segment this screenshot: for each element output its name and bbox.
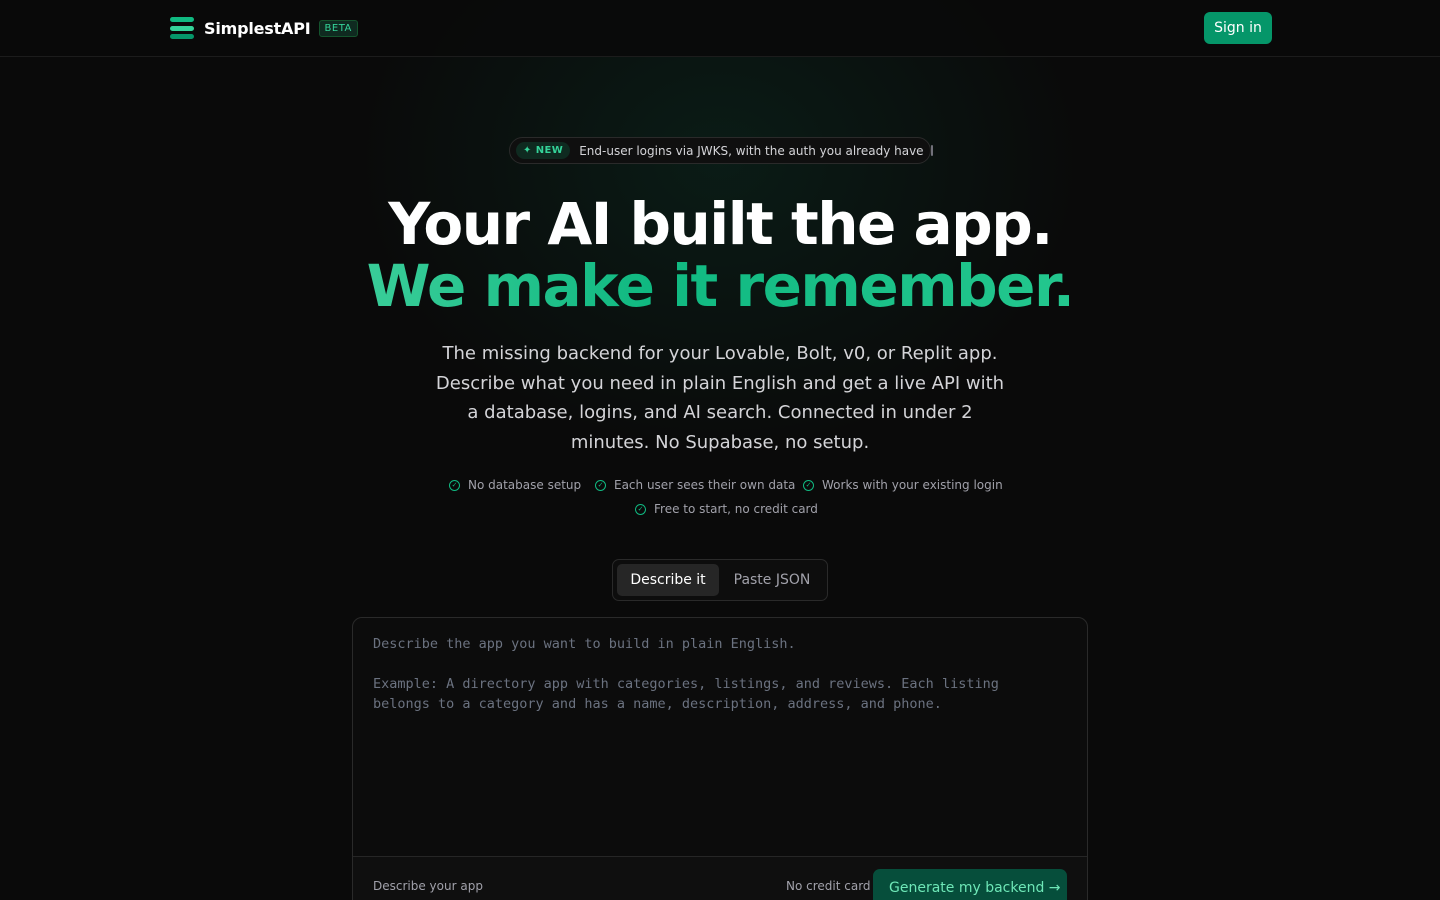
- sparkle-icon: ✦: [523, 145, 532, 156]
- hero-headline: Your AI built the app.: [388, 190, 1053, 258]
- tab-describe-it[interactable]: Describe it: [617, 564, 719, 596]
- stack-logo-icon: [170, 17, 194, 39]
- hero-subtitle: The missing backend for your Lovable, Bo…: [435, 343, 1005, 453]
- app-description-editor: Describe your app No credit card Generat…: [352, 617, 1088, 900]
- feature-item: ✓ No database setup: [449, 478, 581, 492]
- check-circle-icon: ✓: [595, 479, 606, 491]
- check-circle-icon: ✓: [449, 479, 460, 491]
- feature-item: ✓ Free to start, no credit card: [635, 502, 818, 516]
- beta-badge: BETA: [318, 19, 358, 37]
- new-tag: ✦ NEW: [516, 142, 571, 159]
- generate-backend-button[interactable]: Generate my backend →: [873, 869, 1067, 900]
- no-credit-card-note: No credit card: [786, 879, 871, 893]
- editor-hint: Describe your app: [373, 879, 483, 893]
- brand-name: SimplestAPI: [204, 18, 311, 38]
- feature-item: ✓ Works with your existing login: [803, 478, 1003, 492]
- login-icon: [930, 145, 933, 156]
- check-circle-icon: ✓: [803, 479, 814, 491]
- announcement-pill[interactable]: ✦ NEW End-user logins via JWKS, with the…: [509, 137, 933, 164]
- check-circle-icon: ✓: [635, 503, 646, 515]
- top-navigation-bar: SimplestAPI BETA Sign in: [0, 0, 1440, 57]
- app-description-input[interactable]: [353, 618, 1087, 856]
- new-tag-label: NEW: [535, 145, 564, 156]
- input-mode-tabs: Describe it Paste JSON: [612, 559, 828, 601]
- sign-in-button[interactable]: Sign in: [1204, 12, 1272, 44]
- tab-paste-json[interactable]: Paste JSON: [723, 564, 821, 596]
- hero-headline-accent: We make it remember.: [0, 252, 1440, 320]
- editor-footer: Describe your app No credit card Generat…: [353, 856, 1087, 900]
- announcement-text: End-user logins via JWKS, with the auth …: [579, 143, 924, 158]
- feature-label: No database setup: [468, 478, 582, 492]
- brand[interactable]: SimplestAPI BETA: [170, 14, 358, 42]
- feature-label: Free to start, no credit card: [654, 502, 818, 516]
- feature-label: Each user sees their own data: [614, 478, 796, 492]
- feature-item: ✓ Each user sees their own data: [595, 478, 795, 492]
- feature-label: Works with your existing login: [822, 478, 1003, 492]
